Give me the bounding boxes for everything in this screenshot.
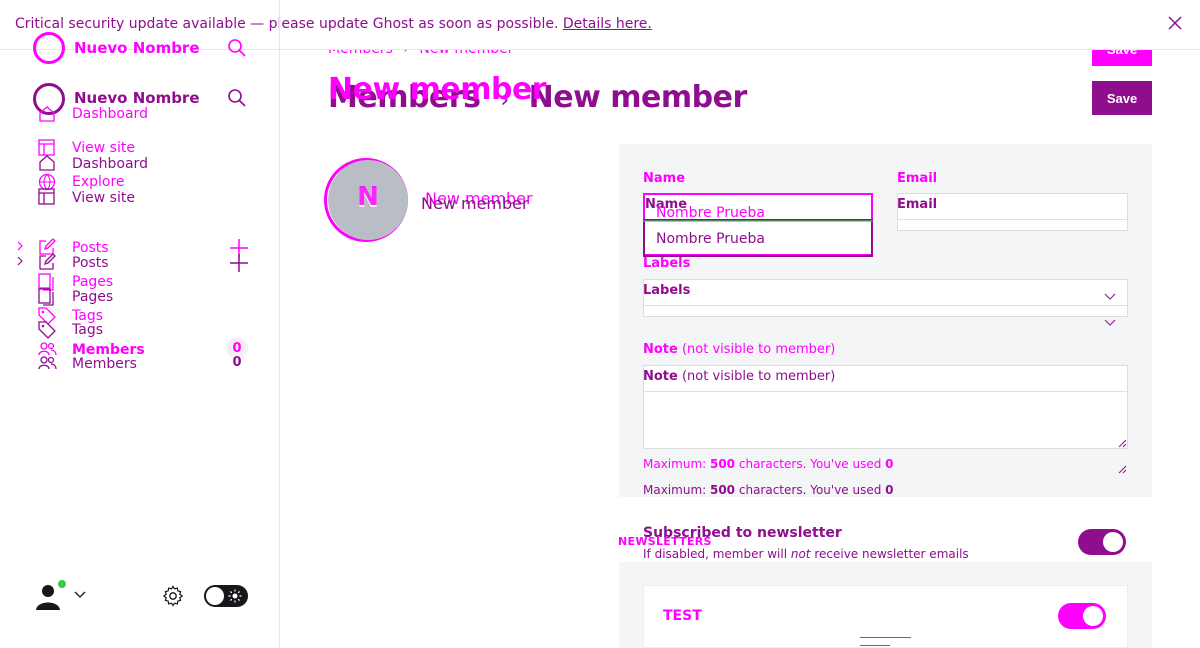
note-label-text: Note (643, 342, 678, 357)
page-title-overlay: New member (328, 72, 547, 107)
hint-max: 500 (709, 457, 736, 471)
member-initial-overlay: N (357, 182, 379, 212)
members-icon (38, 342, 57, 356)
toggle-knob (1103, 532, 1123, 552)
user-avatar[interactable] (31, 578, 67, 612)
chevron-down-icon[interactable] (73, 590, 87, 600)
online-status-icon (57, 579, 67, 589)
chevron-right-icon[interactable] (15, 241, 25, 251)
site-name[interactable]: Nuevo Nombre (74, 90, 200, 106)
chevron-down-icon[interactable] (1104, 319, 1116, 327)
note-label: Note (not visible to member) (643, 342, 835, 357)
hint-max: 500 (709, 483, 736, 497)
theme-toggle[interactable] (204, 585, 248, 607)
site-name[interactable]: Nuevo Nombre (74, 40, 200, 56)
tab-indicator (860, 637, 911, 638)
members-count: 0 (232, 341, 242, 356)
nav-posts[interactable]: Posts (72, 240, 109, 256)
hint-prefix: Maximum: (643, 483, 710, 497)
nav-explore[interactable]: Explore (72, 174, 125, 190)
search-icon[interactable] (227, 88, 247, 108)
toggle-knob (1083, 606, 1103, 626)
name-input-value[interactable]: Nombre Prueba (656, 231, 765, 247)
desc-em: not (790, 547, 811, 561)
note-label-text: Note (643, 369, 678, 384)
note-char-hint: Maximum: 500 characters. You've used 0 (643, 483, 894, 497)
desc-prefix: If disabled, member will (643, 547, 791, 561)
note-label-sub: (not visible to member) (677, 369, 836, 384)
hint-mid: characters. You've used (735, 483, 886, 497)
resize-handle-icon[interactable] (1118, 439, 1127, 448)
labels-label: Labels (643, 283, 691, 298)
view-site-icon (38, 188, 55, 205)
newsletter-subscribed-toggle[interactable] (1078, 529, 1126, 555)
close-icon[interactable] (1166, 14, 1184, 32)
home-icon (39, 106, 55, 122)
note-char-hint: Maximum: 500 characters. You've used 0 (643, 457, 894, 471)
labels-divider (644, 305, 1127, 306)
pages-icon (38, 288, 54, 306)
tag-icon (38, 321, 56, 339)
posts-icon (39, 253, 56, 270)
name-focus-line (643, 220, 873, 230)
note-divider (644, 391, 1127, 392)
members-icon (38, 356, 57, 370)
site-logo-icon[interactable] (33, 32, 65, 64)
chevron-right-icon[interactable] (15, 256, 25, 266)
email-label: Email (897, 171, 938, 186)
search-icon[interactable] (227, 38, 247, 58)
desc-suffix: receive newsletter emails (810, 547, 969, 561)
labels-label: Labels (643, 256, 691, 271)
nav-dashboard[interactable]: Dashboard (72, 156, 148, 172)
note-label: Note (not visible to member) (643, 369, 835, 384)
nav-view-site[interactable]: View site (72, 140, 135, 156)
nav-posts[interactable]: Posts (72, 255, 109, 271)
hint-prefix: Maximum: (643, 457, 710, 471)
newsletter-item-toggle[interactable] (1058, 603, 1106, 629)
theme-toggle-knob (206, 587, 224, 605)
newsletter-description: If disabled, member will not receive new… (643, 547, 969, 561)
title-current: New member (528, 80, 748, 115)
sidebar: Nuevo Nombre Nuevo Nombre Dashboard View… (0, 0, 280, 648)
sun-icon (228, 589, 242, 603)
labels-select[interactable] (643, 279, 1128, 317)
member-avatar: N N (328, 160, 408, 240)
note-label-sub: (not visible to member) (677, 342, 836, 357)
name-input-value[interactable]: Nombre Prueba (656, 205, 765, 221)
resize-handle-icon[interactable] (1118, 465, 1127, 474)
members-count: 0 (232, 355, 242, 370)
newsletter-item (643, 585, 1128, 648)
view-site-icon (38, 139, 55, 156)
nav-view-site[interactable]: View site (72, 190, 135, 206)
nav-pages[interactable]: Pages (72, 274, 113, 290)
member-name: New member (421, 194, 529, 213)
newsletter-item-name: TEST (663, 608, 702, 624)
add-post-icon[interactable] (229, 253, 249, 273)
save-button[interactable]: Save (1092, 81, 1152, 115)
chevron-down-icon[interactable] (1104, 293, 1116, 301)
home-icon (39, 155, 55, 171)
hint-used: 0 (885, 483, 894, 497)
hint-mid: characters. You've used (735, 457, 886, 471)
nav-pages[interactable]: Pages (72, 289, 113, 305)
email-label: Email (897, 197, 938, 212)
email-divider (898, 219, 1127, 220)
hint-used: 0 (885, 457, 894, 471)
settings-gear-icon[interactable] (162, 585, 184, 607)
nav-members[interactable]: Members (72, 356, 137, 372)
name-label: Name (643, 171, 686, 186)
nav-tags[interactable]: Tags (72, 322, 103, 338)
nav-dashboard[interactable]: Dashboard (72, 106, 148, 122)
banner-details-link[interactable]: Details here. (563, 16, 652, 32)
tab-indicator (860, 645, 890, 646)
